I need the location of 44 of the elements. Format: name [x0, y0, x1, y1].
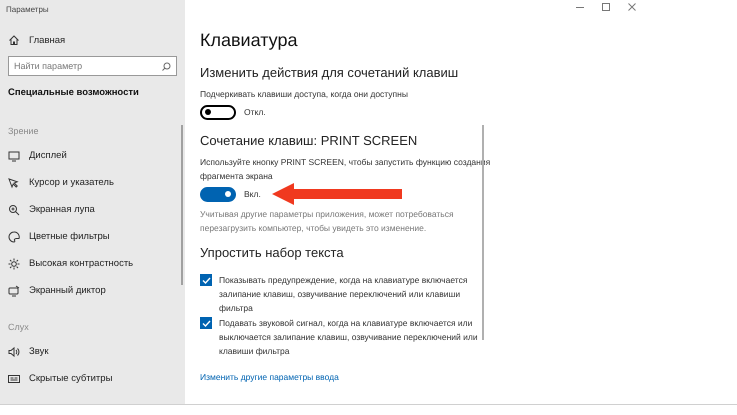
- category-label: Слух: [7, 321, 30, 334]
- scrollbar[interactable]: [181, 125, 183, 285]
- cursor-icon: [8, 176, 20, 188]
- home-icon: [8, 34, 20, 46]
- checkbox[interactable]: [200, 274, 212, 286]
- search-field[interactable]: Найти параметр: [8, 56, 177, 76]
- maximize-icon: [601, 2, 611, 12]
- note-text: Учитывая другие параметры приложения, может потребоваться перезагрузить компьютер, чтобы увидеть это изменение.: [200, 208, 455, 235]
- nav-item[interactable]: Дисплей: [0, 142, 185, 169]
- sun-icon: [8, 258, 20, 270]
- scrollbar[interactable]: [482, 125, 484, 340]
- section-heading: Упростить набор текста: [200, 245, 345, 262]
- toggle-state: Вкл.: [244, 189, 261, 199]
- category-label: Зрение: [7, 125, 40, 138]
- settings-link[interactable]: Изменить другие параметры ввода: [200, 372, 339, 382]
- setting-label: Используйте кнопку PRINT SCREEN, чтобы запустить функцию создания фрагмента экрана: [200, 156, 492, 183]
- checkbox[interactable]: [200, 317, 212, 329]
- palette-icon: [8, 230, 20, 242]
- section-heading: Сочетание клавиш: PRINT SCREEN: [200, 133, 418, 150]
- setting-label: Подчеркивать клавиши доступа, когда они доступны: [200, 88, 409, 101]
- monitor-icon: [8, 150, 20, 162]
- checkbox-label: Показывать предупреждение, когда на клавиатуре включается залипание клавиш, озвучивание переключений или клавиши фильтра: [219, 274, 468, 315]
- toggle-switch[interactable]: [200, 186, 236, 202]
- toggle-state: Откл.: [244, 107, 266, 117]
- magnifier-icon: [8, 204, 20, 216]
- nav-item[interactable]: Звук: [0, 338, 185, 365]
- close-icon: [627, 2, 637, 12]
- captions-icon: [8, 372, 20, 384]
- checkbox-label: Подавать звуковой сигнал, когда на клавиатуре включается или выключается залипание клавиш, озвучивание переключений или клавиши фильтра: [219, 317, 479, 358]
- section-heading: Специальные возможности: [7, 86, 140, 100]
- toggle-switch[interactable]: [200, 104, 236, 120]
- window-title: Параметры: [5, 4, 50, 16]
- page-title: Клавиатура: [200, 30, 298, 52]
- nav-item[interactable]: Высокая контрастность: [0, 250, 185, 277]
- narrator-icon: [8, 284, 20, 296]
- search-icon: [162, 62, 171, 72]
- nav-item[interactable]: Главная: [0, 28, 185, 52]
- nav-item[interactable]: Цветные фильтры: [0, 223, 185, 250]
- speaker-icon: [8, 346, 20, 358]
- section-heading: Изменить действия для сочетаний клавиш: [200, 65, 460, 82]
- nav-item[interactable]: Экранный диктор: [0, 277, 185, 304]
- nav-item[interactable]: Скрытые субтитры: [0, 365, 185, 392]
- nav-item[interactable]: Экранная лупа: [0, 196, 185, 223]
- nav-item[interactable]: Курсор и указатель: [0, 169, 185, 196]
